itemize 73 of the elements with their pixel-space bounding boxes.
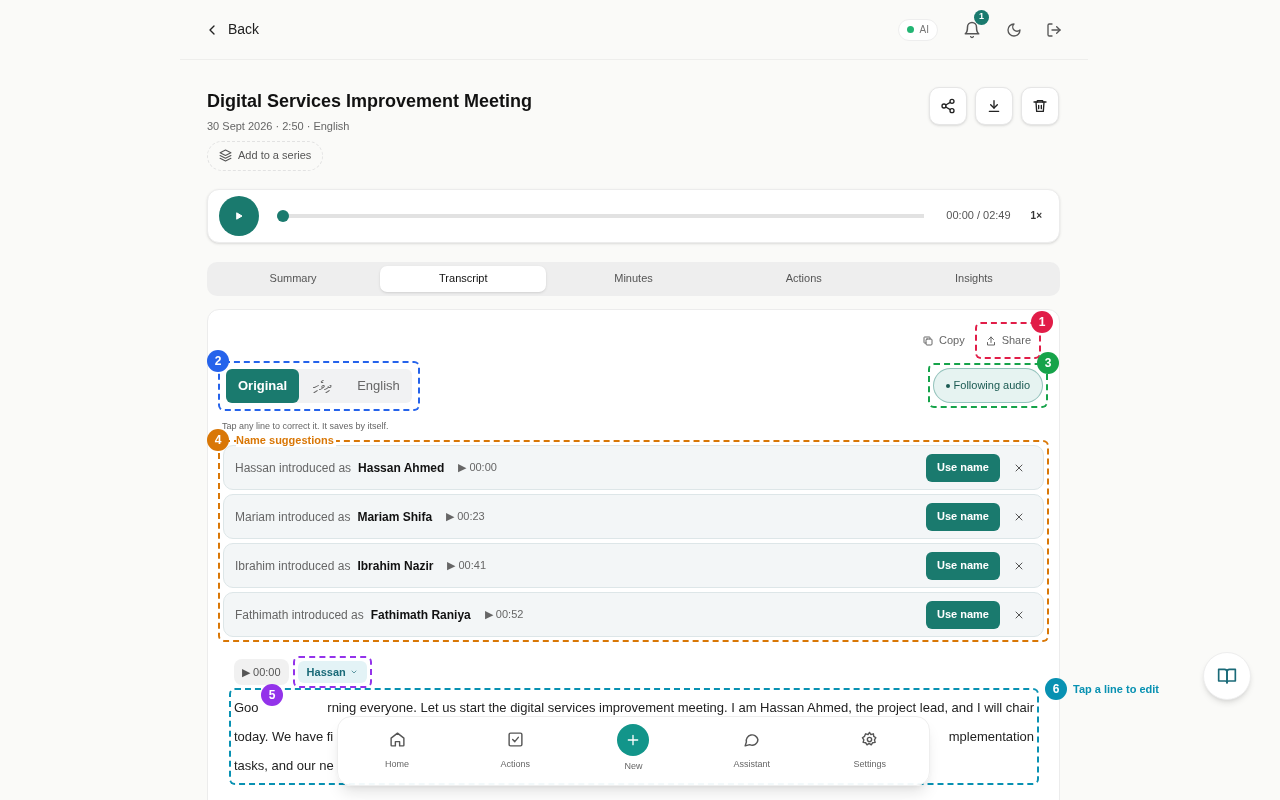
chevron-down-icon	[349, 668, 358, 676]
suggestion-text: Fathimath introduced as	[235, 606, 364, 624]
line-time-button[interactable]: ▶ 00:00	[234, 659, 289, 685]
suggested-name: Fathimath Raniya	[370, 606, 471, 624]
annotation-badge: 2	[207, 349, 229, 372]
play-clip-button[interactable]: ▶ 00:00	[458, 459, 497, 476]
suggested-name: Ibrahim Nazir	[357, 557, 434, 575]
meeting-meta: 30 Sept 2026 · 2:50 · English	[207, 119, 351, 134]
tab[interactable]: Transcript	[380, 265, 547, 292]
transcript-text[interactable]: tasks, and our ne	[234, 755, 334, 776]
bell-icon	[963, 20, 981, 39]
suggestion-text: Ibrahim introduced as	[235, 557, 351, 575]
nav-item[interactable]: Actions	[475, 730, 556, 772]
notification-count: 1	[974, 9, 989, 25]
speed-button[interactable]: 1×	[1030, 208, 1042, 223]
copy-button[interactable]: Copy	[921, 329, 965, 352]
play-clip-button[interactable]: ▶ 00:52	[484, 606, 524, 623]
download-icon	[986, 98, 1002, 114]
transcript-text[interactable]: Goo	[234, 697, 259, 718]
tab[interactable]: Insights	[890, 265, 1057, 292]
annotation-badge: 1	[1031, 311, 1053, 334]
suggestion-text: Mariam introduced as	[235, 508, 351, 526]
annotation-badge: 4	[207, 429, 229, 451]
book-icon	[1217, 666, 1237, 686]
download-button[interactable]	[975, 87, 1013, 125]
speaker-dropdown[interactable]: Hassan	[297, 661, 367, 683]
guide-button[interactable]	[1203, 652, 1251, 700]
suggested-name: Mariam Shifa	[357, 508, 433, 526]
annotation-badge: 6	[1045, 678, 1067, 700]
play-clip-button[interactable]: ▶ 00:23	[446, 508, 485, 525]
seek-thumb[interactable]	[277, 209, 289, 222]
tab[interactable]: Actions	[720, 265, 887, 292]
play-clip-button[interactable]: ▶ 00:41	[447, 557, 487, 574]
suggestion-text: Hassan introduced as	[235, 459, 352, 477]
language-option[interactable]: Original	[226, 368, 300, 403]
settings-icon	[861, 730, 879, 748]
back-button[interactable]: Back	[204, 19, 260, 40]
logout-icon[interactable]	[1046, 21, 1062, 38]
delete-button[interactable]	[1021, 87, 1059, 125]
annotation-label: Tap a line to edit	[1073, 681, 1159, 697]
copy-icon	[921, 334, 934, 347]
annotation-badge: 3	[1037, 352, 1059, 374]
share-icon	[940, 98, 956, 114]
trash-icon	[1032, 98, 1048, 114]
section-label: Name suggestions	[236, 433, 336, 447]
share-button[interactable]	[929, 87, 967, 125]
following-audio-toggle[interactable]: Following audio	[932, 368, 1043, 403]
use-name-button[interactable]: Use name	[926, 600, 1000, 629]
tab[interactable]: Minutes	[550, 265, 717, 292]
play-button[interactable]	[219, 195, 259, 236]
nav-item[interactable]: Home	[357, 730, 438, 772]
notifications-button[interactable]	[962, 19, 982, 40]
tab[interactable]: Summary	[210, 265, 377, 292]
moon-icon[interactable]	[1006, 21, 1022, 38]
layers-icon	[219, 149, 232, 162]
nav-item[interactable]: Assistant	[711, 730, 792, 772]
ai-status-pill: AI	[897, 18, 938, 41]
transcript-text[interactable]: rning everyone. Let us start the digital services improvement meeting. I am Hassan Ahmed, the project lead, and I will chair	[327, 697, 1034, 718]
nav-item[interactable]: Settings	[829, 730, 910, 772]
suggested-name: Hassan Ahmed	[358, 459, 445, 477]
use-name-button[interactable]: Use name	[926, 551, 1000, 580]
meeting-title: Digital Services Improvement Meeting	[207, 90, 533, 113]
use-name-button[interactable]: Use name	[926, 502, 1000, 531]
transcript-text[interactable]: today. We have fi	[234, 726, 334, 747]
playback-time: 00:00 / 02:49	[946, 208, 1011, 224]
annotation-badge: 5	[261, 684, 283, 706]
upload-icon	[984, 334, 997, 347]
language-option[interactable]: ދިވެހި	[301, 368, 344, 403]
checkbox-icon	[506, 730, 524, 748]
home-icon	[388, 730, 406, 748]
language-option[interactable]: English	[345, 368, 412, 403]
use-name-button[interactable]: Use name	[926, 453, 1000, 482]
transcript-text[interactable]: mplementation	[948, 726, 1034, 747]
